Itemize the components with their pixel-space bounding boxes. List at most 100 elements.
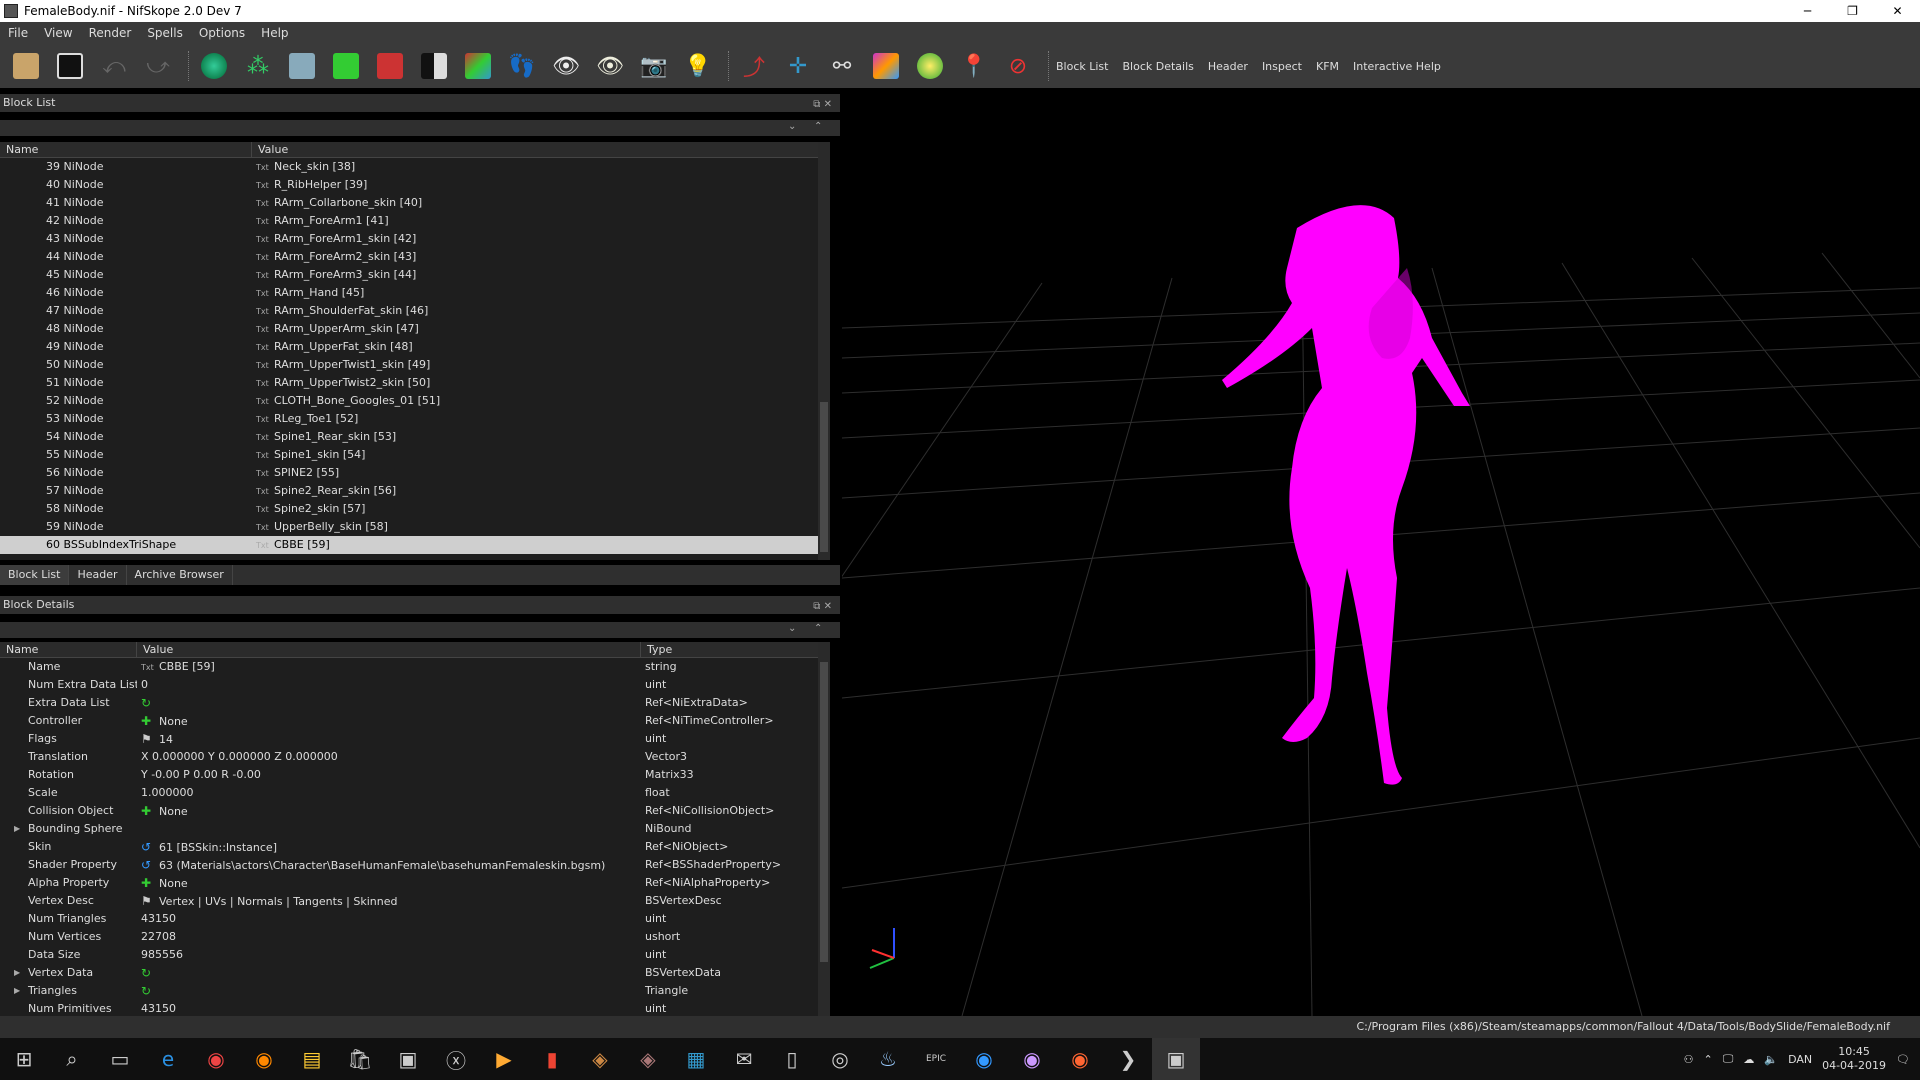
detail-row[interactable]: Skin ↺ 61 [BSSkin::Instance] Ref<NiObject> <box>0 838 830 856</box>
block-list-row[interactable]: 55 NiNode Txt Spine1_skin [54] <box>0 446 830 464</box>
select-object-icon[interactable] <box>196 48 232 84</box>
block-list-row[interactable]: 42 NiNode Txt RArm_ForeArm1 [41] <box>0 212 830 230</box>
block-list-row[interactable]: 49 NiNode Txt RArm_UpperFat_skin [48] <box>0 338 830 356</box>
view-perspective-icon[interactable] <box>416 48 452 84</box>
field-value-cell[interactable]: ✚ None <box>137 802 641 820</box>
media-icon[interactable]: ▶ <box>480 1038 528 1080</box>
onedrive-icon[interactable]: ☁ <box>1743 1053 1754 1066</box>
app-icon-4[interactable]: ◎ <box>816 1038 864 1080</box>
close-button[interactable]: ✕ <box>1875 0 1920 22</box>
explorer-icon[interactable]: ▤ <box>288 1038 336 1080</box>
menu-view[interactable]: View <box>36 26 80 40</box>
language-indicator[interactable]: DAN <box>1788 1053 1812 1066</box>
toolbar-inspect[interactable]: Inspect <box>1262 60 1302 73</box>
notepad-icon[interactable]: ▯ <box>768 1038 816 1080</box>
toolbar-block-details[interactable]: Block Details <box>1122 60 1193 73</box>
viewport-canvas[interactable] <box>842 88 1920 1016</box>
field-value-cell[interactable]: 43150 <box>137 910 641 928</box>
detail-row[interactable]: Name Txt CBBE [59] string <box>0 658 830 676</box>
redo-icon[interactable]: ⤻ <box>140 48 176 84</box>
field-value-cell[interactable]: ↺ 63 (Materials\actors\Character\BaseHuma… <box>137 856 641 874</box>
field-value-cell[interactable]: ↻ <box>137 964 641 982</box>
field-value-cell[interactable]: 985556 <box>137 946 641 964</box>
field-value-cell[interactable]: X 0.000000 Y 0.000000 Z 0.000000 <box>137 748 641 766</box>
block-list-tree[interactable]: Name Value 39 NiNode Txt Neck_skin [38] 40 … <box>0 142 830 560</box>
tab-archive-browser[interactable]: Archive Browser <box>127 565 233 585</box>
field-value-cell[interactable]: 22708 <box>137 928 641 946</box>
people-icon[interactable]: ⚇ <box>1684 1053 1694 1066</box>
search-icon[interactable]: ⌕ <box>48 1038 96 1080</box>
volume-icon[interactable]: 🔈 <box>1764 1053 1778 1066</box>
app-icon-2[interactable]: ◈ <box>624 1038 672 1080</box>
detail-row[interactable]: Num Primitives 43150 uint <box>0 1000 830 1016</box>
detail-row[interactable]: Controller ✚ None Ref<NiTimeController> <box>0 712 830 730</box>
notification-icon[interactable]: 🗨 <box>1896 1053 1910 1066</box>
block-list-row[interactable]: 58 NiNode Txt Spine2_skin [57] <box>0 500 830 518</box>
detail-row[interactable]: Translation X 0.000000 Y 0.000000 Z 0.000… <box>0 748 830 766</box>
collapse-up-icon[interactable]: ⌃ <box>814 623 822 634</box>
task-view-icon[interactable]: ▭ <box>96 1038 144 1080</box>
column-type[interactable]: Type <box>641 642 830 657</box>
show-axes-icon[interactable]: ⤴ <box>736 48 772 84</box>
menu-help[interactable]: Help <box>253 26 296 40</box>
detail-row[interactable]: Num Extra Data List 0 uint <box>0 676 830 694</box>
open-icon[interactable] <box>8 48 44 84</box>
block-list-row[interactable]: 56 NiNode Txt SPINE2 [55] <box>0 464 830 482</box>
dock-buttons[interactable]: ⧉ ✕ <box>813 96 832 114</box>
expand-arrow-icon[interactable]: ▶ <box>14 982 20 1000</box>
field-value-cell[interactable]: ↻ <box>137 694 641 712</box>
dock-buttons-details[interactable]: ⧉ ✕ <box>813 598 832 616</box>
detail-row[interactable]: Alpha Property ✚ None Ref<NiAlphaProperty> <box>0 874 830 892</box>
block-list-row[interactable]: 48 NiNode Txt RArm_UpperArm_skin [47] <box>0 320 830 338</box>
toolbar-kfm[interactable]: KFM <box>1316 60 1339 73</box>
female-body-mesh[interactable] <box>1222 205 1470 785</box>
field-value-cell[interactable]: 43150 <box>137 1000 641 1016</box>
clock[interactable]: 10:45 04-04-2019 <box>1822 1045 1886 1073</box>
field-value-cell[interactable] <box>137 820 641 838</box>
detail-row[interactable]: Shader Property ↺ 63 (Materials\actors\Cha… <box>0 856 830 874</box>
show-nodes-icon[interactable]: ✛ <box>780 48 816 84</box>
minimize-button[interactable]: ─ <box>1785 0 1830 22</box>
block-details-scrollbar[interactable] <box>818 642 830 1016</box>
render-viewport[interactable] <box>842 88 1920 1016</box>
screenshot-icon[interactable]: 📷 <box>636 48 672 84</box>
detail-row[interactable]: Vertex Desc ⚑ Vertex | UVs | Normals | Tan… <box>0 892 830 910</box>
block-list-row[interactable]: 41 NiNode Txt RArm_Collarbone_skin [40] <box>0 194 830 212</box>
detail-row[interactable]: Flags ⚑ 14 uint <box>0 730 830 748</box>
field-value-cell[interactable]: ⚑ 14 <box>137 730 641 748</box>
field-value-cell[interactable]: 1.000000 <box>137 784 641 802</box>
column-name[interactable]: Name <box>0 642 137 657</box>
menu-file[interactable]: File <box>0 26 36 40</box>
terminal-icon[interactable]: ▣ <box>384 1038 432 1080</box>
nifskope-taskbar-icon[interactable]: ▣ <box>1152 1038 1200 1080</box>
tab-header[interactable]: Header <box>69 565 127 585</box>
detail-row[interactable]: Extra Data List ↻ Ref<NiExtraData> <box>0 694 830 712</box>
block-list-row[interactable]: 57 NiNode Txt Spine2_Rear_skin [56] <box>0 482 830 500</box>
field-value-cell[interactable]: Y -0.00 P 0.00 R -0.00 <box>137 766 641 784</box>
field-value-cell[interactable]: ↻ <box>137 982 641 1000</box>
block-list-row[interactable]: 39 NiNode Txt Neck_skin [38] <box>0 158 830 176</box>
detail-row[interactable]: Scale 1.000000 float <box>0 784 830 802</box>
tab-block-list[interactable]: Block List <box>0 565 70 585</box>
app-icon-5[interactable]: ◉ <box>960 1038 1008 1080</box>
block-list-row[interactable]: 51 NiNode Txt RArm_UpperTwist2_skin [50] <box>0 374 830 392</box>
column-value[interactable]: Value <box>252 142 830 157</box>
view-top-icon[interactable] <box>328 48 364 84</box>
mail-icon[interactable]: ✉ <box>720 1038 768 1080</box>
block-list-row[interactable]: 46 NiNode Txt RArm_Hand [45] <box>0 284 830 302</box>
collapse-down-icon[interactable]: ⌄ <box>788 623 796 634</box>
block-list-row[interactable]: 44 NiNode Txt RArm_ForeArm2_skin [43] <box>0 248 830 266</box>
expand-arrow-icon[interactable]: ▶ <box>14 820 20 838</box>
block-details-tree[interactable]: Name Value Type Name Txt CBBE [59] string Nu… <box>0 642 830 1016</box>
column-name[interactable]: Name <box>0 142 252 157</box>
app-icon-1[interactable]: ◈ <box>576 1038 624 1080</box>
block-list-row[interactable]: 43 NiNode Txt RArm_ForeArm1_skin [42] <box>0 230 830 248</box>
block-list-row[interactable]: 50 NiNode Txt RArm_UpperTwist1_skin [49] <box>0 356 830 374</box>
steam-icon[interactable]: ♨ <box>864 1038 912 1080</box>
detail-row[interactable]: Rotation Y -0.00 P 0.00 R -0.00 Matrix33 <box>0 766 830 784</box>
field-value-cell[interactable]: ↺ 61 [BSSkin::Instance] <box>137 838 641 856</box>
block-list-row[interactable]: 45 NiNode Txt RArm_ForeArm3_skin [44] <box>0 266 830 284</box>
block-list-row[interactable]: 59 NiNode Txt UpperBelly_skin [58] <box>0 518 830 536</box>
detail-row[interactable]: Data Size 985556 uint <box>0 946 830 964</box>
show-hidden-icon[interactable]: 👁 <box>548 48 584 84</box>
